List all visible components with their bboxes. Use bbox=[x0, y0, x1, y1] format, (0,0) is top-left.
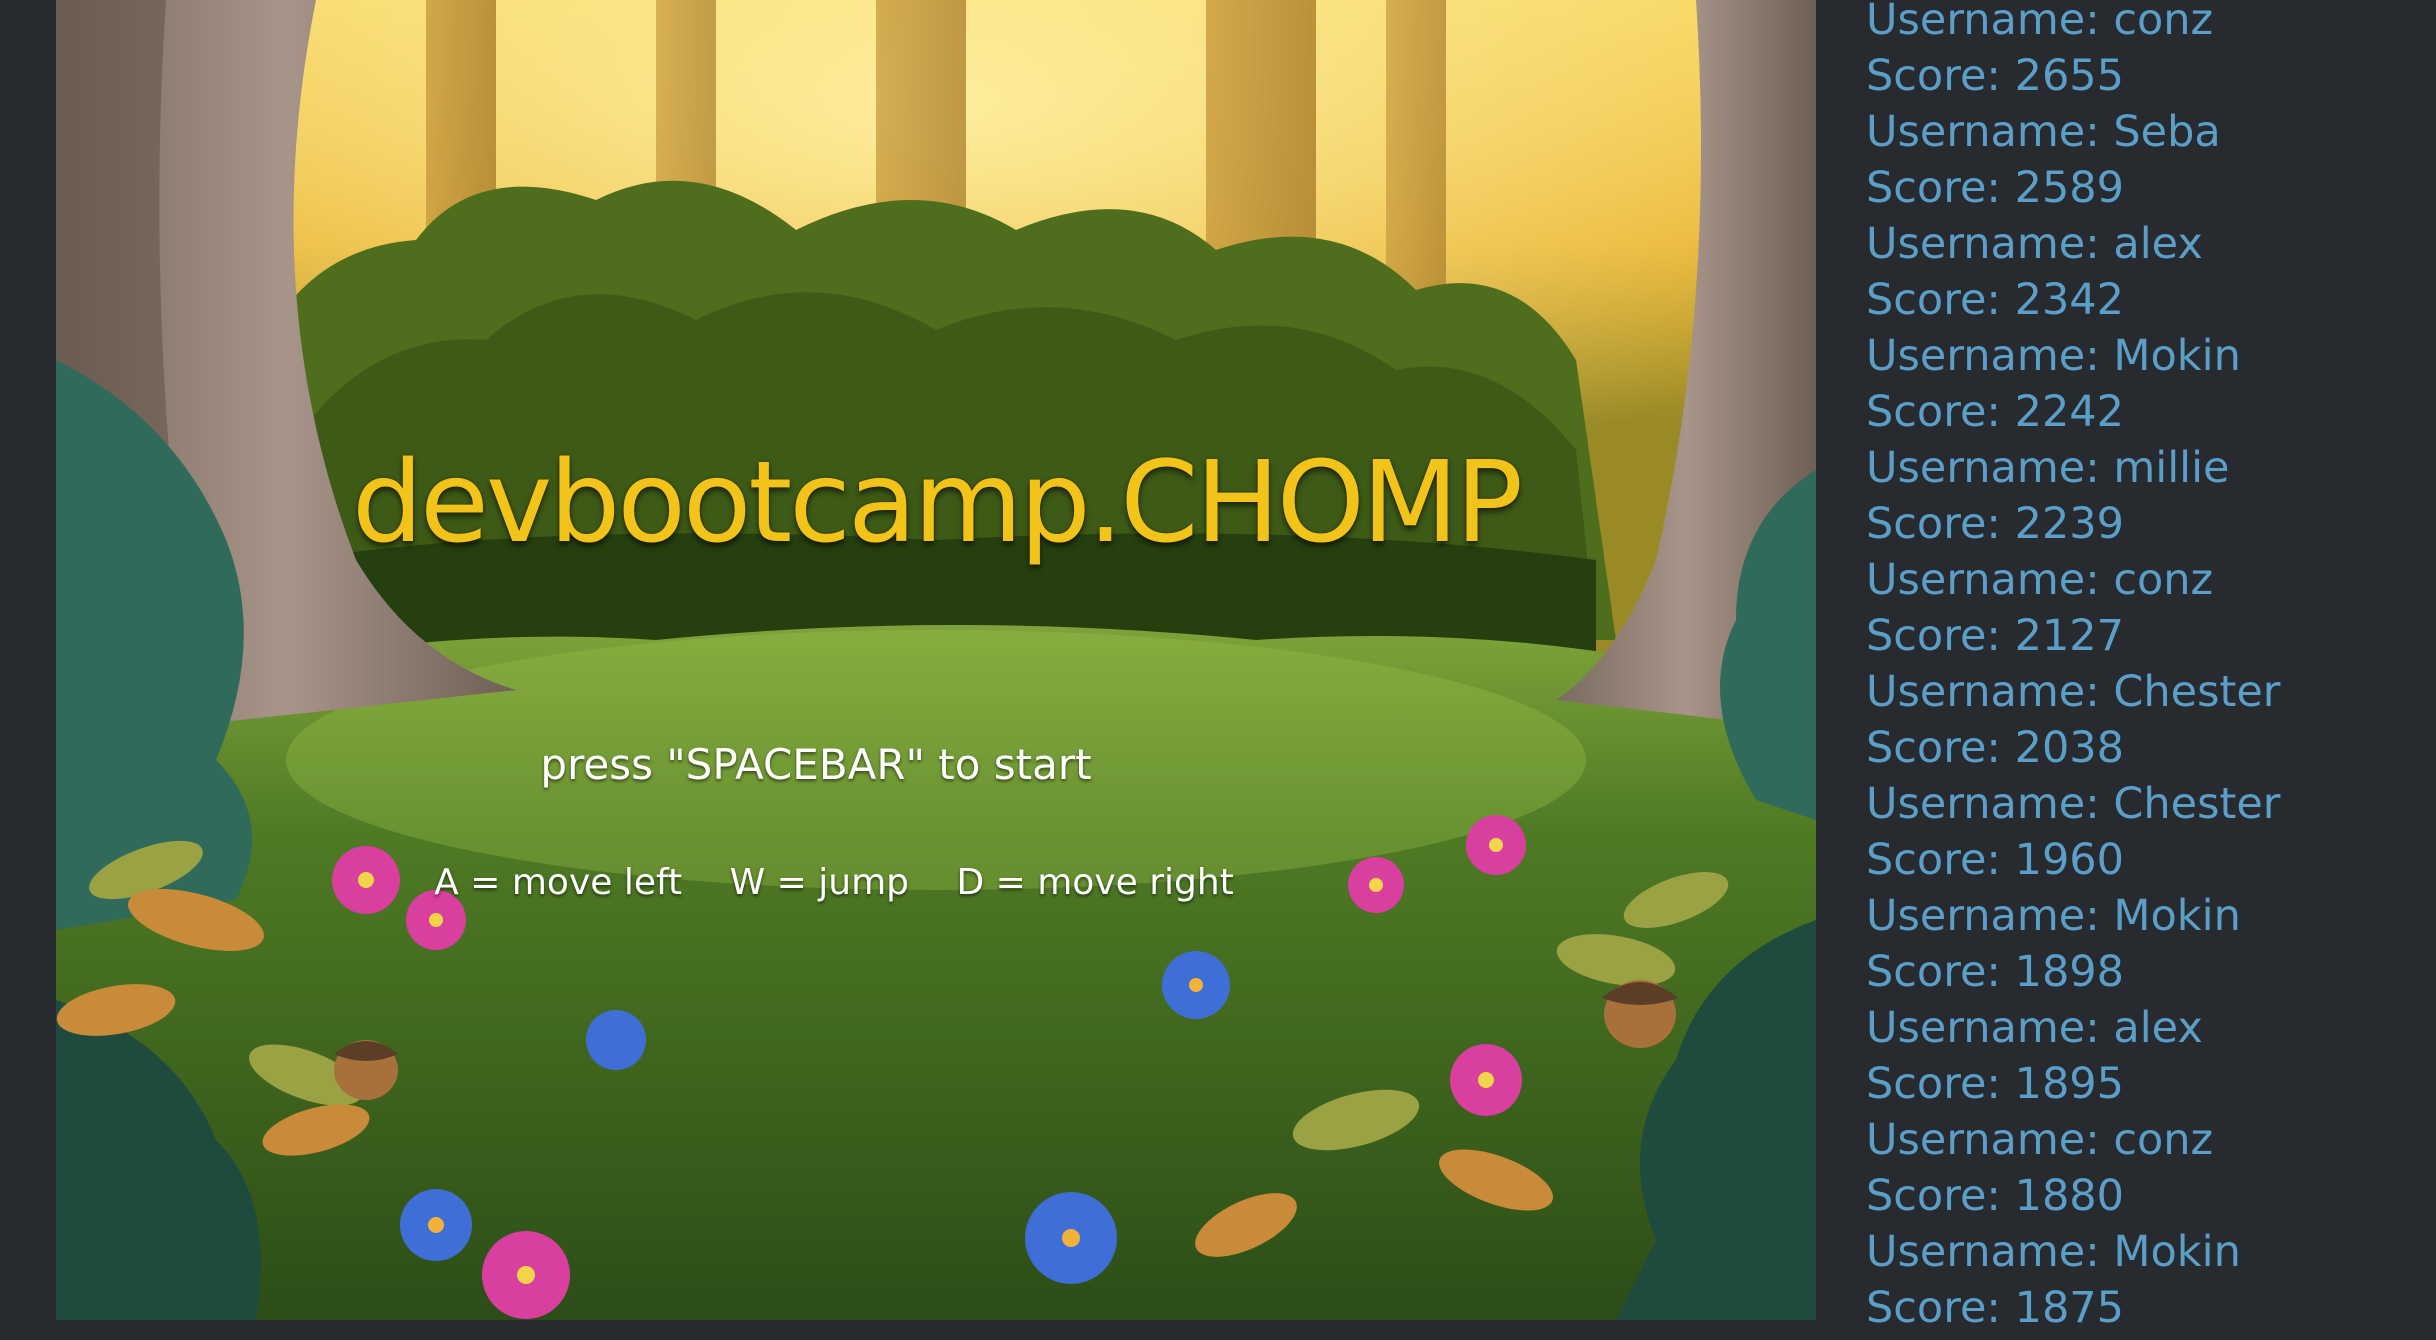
entry-score: Score: 2242 bbox=[1866, 387, 2125, 437]
high-score-list: Username: conz Score: 2655 Username: Seb… bbox=[1866, 0, 2426, 1336]
entry-username: Username: conz bbox=[1866, 555, 2214, 605]
entry-score: Score: 2655 bbox=[1866, 51, 2125, 101]
score-entry: Username: Seba Score: 2589 bbox=[1866, 104, 2426, 216]
entry-score: Score: 1898 bbox=[1866, 947, 2125, 997]
entry-score: Score: 2239 bbox=[1866, 499, 2125, 549]
entry-username: Username: conz bbox=[1866, 0, 2214, 45]
score-entry: Username: conz Score: 2127 bbox=[1866, 552, 2426, 664]
control-jump: W = jump bbox=[729, 862, 909, 903]
entry-username: Username: Chester bbox=[1866, 667, 2281, 717]
entry-username: Username: conz bbox=[1866, 1115, 2214, 1165]
entry-username: Username: Chester bbox=[1866, 779, 2281, 829]
entry-username: Username: Seba bbox=[1866, 107, 2221, 157]
score-entry: Username: conz Score: 2655 bbox=[1866, 0, 2426, 104]
entry-score: Score: 2038 bbox=[1866, 723, 2125, 773]
entry-username: Username: alex bbox=[1866, 219, 2203, 269]
score-entry: Username: conz Score: 1880 bbox=[1866, 1112, 2426, 1224]
control-move-left: A = move left bbox=[434, 862, 683, 903]
entry-score: Score: 2127 bbox=[1866, 611, 2125, 661]
game-canvas[interactable]: devbootcamp.CHOMP press "SPACEBAR" to st… bbox=[56, 0, 1816, 1320]
entry-username: Username: Mokin bbox=[1866, 331, 2241, 381]
score-entry: Username: alex Score: 2342 bbox=[1866, 216, 2426, 328]
score-entry: Username: Mokin Score: 1898 bbox=[1866, 888, 2426, 1000]
control-move-right: D = move right bbox=[956, 862, 1234, 903]
entry-score: Score: 2342 bbox=[1866, 275, 2125, 325]
forest-background bbox=[56, 0, 1816, 1320]
score-entry: Username: Chester Score: 1960 bbox=[1866, 776, 2426, 888]
entry-username: Username: Mokin bbox=[1866, 891, 2241, 941]
entry-username: Username: millie bbox=[1866, 443, 2230, 493]
start-prompt: press "SPACEBAR" to start bbox=[540, 740, 1092, 789]
score-entry: Username: Mokin Score: 1875 bbox=[1866, 1224, 2426, 1336]
score-entry: Username: Chester Score: 2038 bbox=[1866, 664, 2426, 776]
entry-score: Score: 1875 bbox=[1866, 1283, 2125, 1333]
controls-instructions: A = move left W = jump D = move right bbox=[56, 862, 1714, 903]
entry-score: Score: 2589 bbox=[1866, 163, 2125, 213]
entry-score: Score: 1895 bbox=[1866, 1059, 2125, 1109]
score-entry: Username: Mokin Score: 2242 bbox=[1866, 328, 2426, 440]
entry-username: Username: alex bbox=[1866, 1003, 2203, 1053]
entry-score: Score: 1880 bbox=[1866, 1171, 2125, 1221]
score-entry: Username: millie Score: 2239 bbox=[1866, 440, 2426, 552]
entry-username: Username: Mokin bbox=[1866, 1227, 2241, 1277]
game-title: devbootcamp.CHOMP bbox=[351, 438, 1523, 568]
page: devbootcamp.CHOMP press "SPACEBAR" to st… bbox=[0, 0, 2436, 1340]
entry-score: Score: 1960 bbox=[1866, 835, 2125, 885]
score-entry: Username: alex Score: 1895 bbox=[1866, 1000, 2426, 1112]
